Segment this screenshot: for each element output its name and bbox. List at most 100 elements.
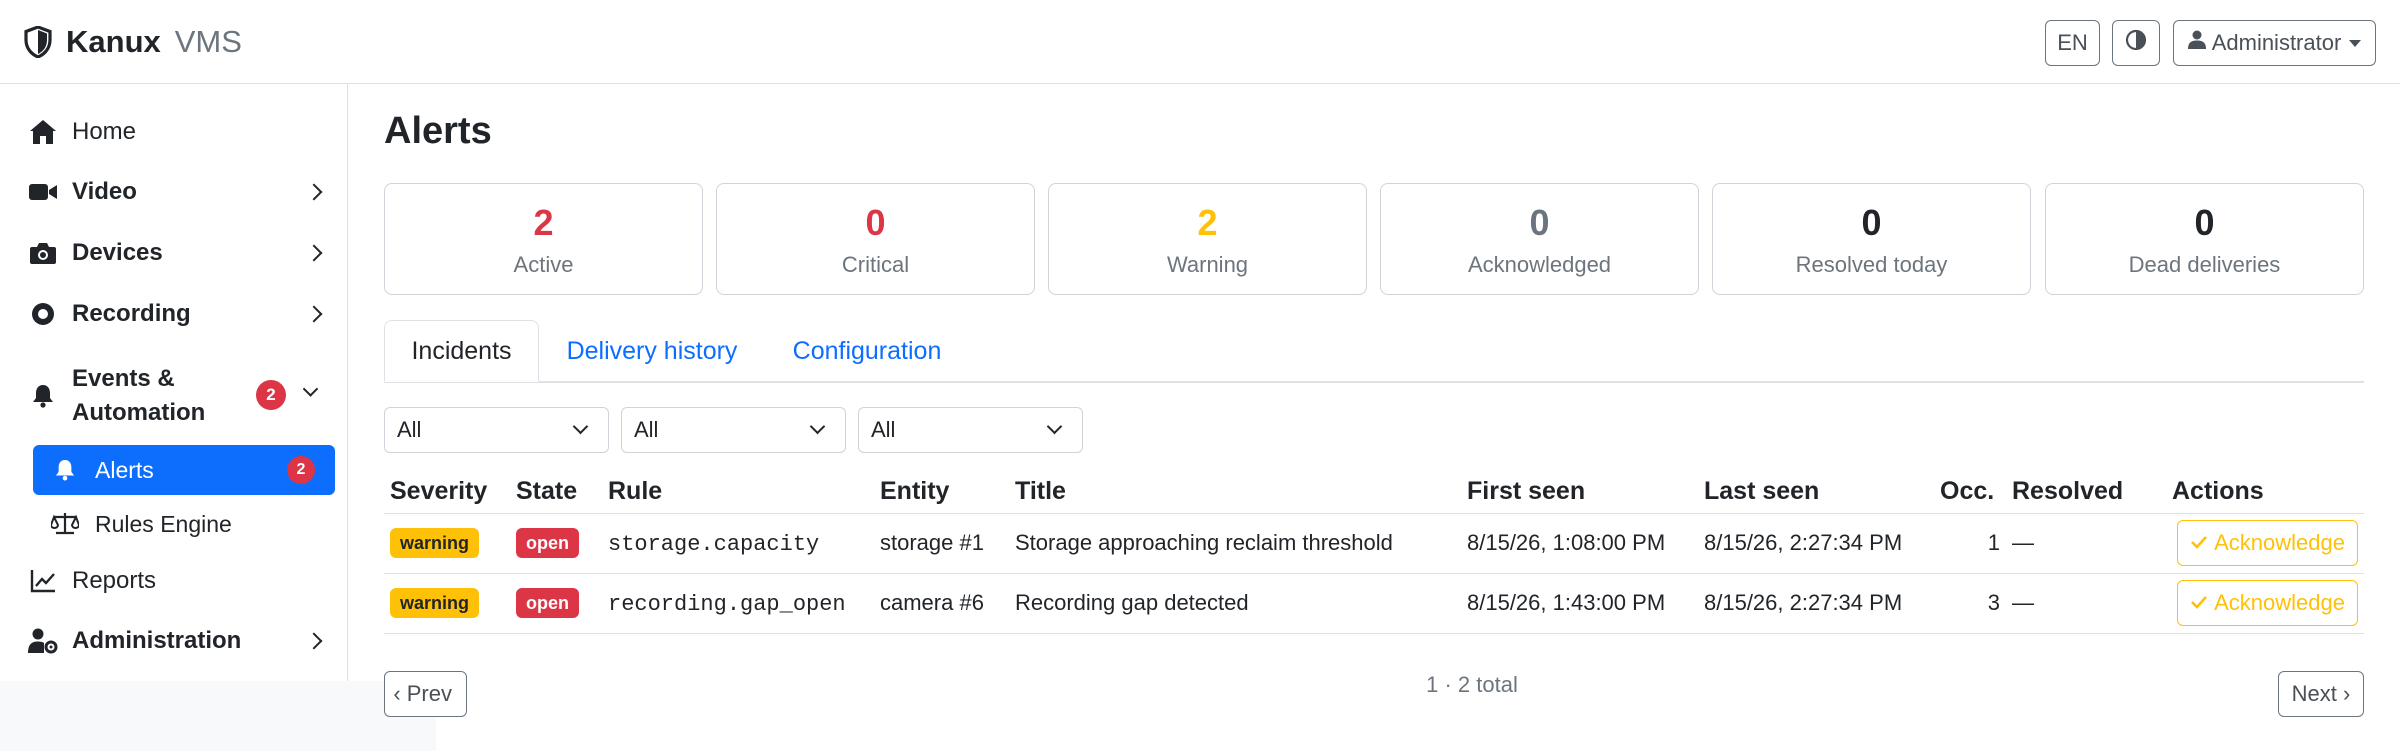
severity-badge: warning xyxy=(390,528,480,558)
acknowledge-button[interactable]: Acknowledge xyxy=(2177,580,2358,626)
sidebar-item-recording[interactable]: Recording xyxy=(28,294,328,334)
stat-label: Resolved today xyxy=(1795,252,1948,277)
caret-down-icon xyxy=(2349,39,2362,47)
chevron-right-icon xyxy=(305,244,323,262)
sidebar-item-video[interactable]: Video xyxy=(28,172,328,212)
top-bar: Kanux VMS EN Administrator xyxy=(0,0,2400,84)
sidebar-item-label: Home xyxy=(72,118,137,145)
tab-configuration[interactable]: Configuration xyxy=(776,320,958,382)
state-badge: open xyxy=(516,528,579,558)
resolved-cell: — xyxy=(2006,573,2166,634)
rule-name: recording.gap_open xyxy=(608,591,846,617)
acknowledge-label: Acknowledge xyxy=(2214,590,2345,615)
column-header-actions: Actions xyxy=(2166,470,2364,514)
stat-label: Warning xyxy=(1166,252,1249,277)
sidebar-item-label: Recording xyxy=(72,300,191,327)
user-gear-icon xyxy=(28,626,58,656)
stat-label: Acknowledged xyxy=(1467,252,1612,277)
select-value: All xyxy=(871,417,896,442)
sidebar-item-label: Devices xyxy=(72,239,163,266)
prev-page-button[interactable]: ‹ Prev xyxy=(384,671,467,717)
column-header-last-seen[interactable]: Last seen xyxy=(1698,470,1934,514)
title-cell: Storage approaching reclaim threshold xyxy=(1009,513,1461,574)
chevron-down-icon xyxy=(572,418,589,435)
stat-card-acknowledged: 0 Acknowledged xyxy=(1380,183,1699,295)
column-header-severity[interactable]: Severity xyxy=(384,470,510,514)
column-header-resolved[interactable]: Resolved xyxy=(2006,470,2166,514)
occurrences-cell: 1 xyxy=(1934,513,2006,574)
chevron-down-icon xyxy=(302,381,319,397)
user-menu-label: Administrator xyxy=(2211,30,2342,55)
sidebar-footer xyxy=(0,681,436,751)
brand[interactable]: Kanux VMS xyxy=(24,20,242,64)
first-seen-cell: 8/15/26, 1:43:00 PM xyxy=(1461,573,1698,634)
sidebar-item-administration[interactable]: Administration xyxy=(28,621,328,661)
language-button[interactable]: EN xyxy=(2045,20,2100,66)
next-page-button[interactable]: Next › xyxy=(2278,671,2364,717)
shield-icon xyxy=(24,25,54,59)
state-filter-select[interactable]: All xyxy=(621,407,846,453)
severity-badge: warning xyxy=(390,588,480,618)
bell-icon xyxy=(51,456,79,484)
sidebar-item-events-automation[interactable]: Events & Automation 2 xyxy=(28,360,328,432)
stat-value: 0 xyxy=(1529,202,1550,243)
table-row[interactable]: warning open recording.gap_open camera #… xyxy=(384,573,2364,634)
sidebar-item-rules-engine[interactable]: Rules Engine xyxy=(33,499,335,549)
rule-name: storage.capacity xyxy=(608,531,820,557)
tab-incidents[interactable]: Incidents xyxy=(384,320,539,382)
stat-card-critical: 0 Critical xyxy=(716,183,1035,295)
sidebar-item-label: Video xyxy=(72,178,137,205)
stat-value: 0 xyxy=(865,202,886,243)
events-count-badge: 2 xyxy=(256,380,286,410)
chevron-right-icon xyxy=(305,632,323,650)
entity-cell: storage #1 xyxy=(874,513,1009,574)
pager-info: 1 · 2 total xyxy=(1426,672,1518,697)
stat-value: 2 xyxy=(1197,202,1218,243)
chart-line-icon xyxy=(28,566,58,596)
column-header-entity[interactable]: Entity xyxy=(874,470,1009,514)
alerts-count-badge: 2 xyxy=(287,456,315,484)
table-row[interactable]: warning open storage.capacity storage #1… xyxy=(384,513,2364,574)
user-menu-button[interactable]: Administrator xyxy=(2173,20,2376,66)
stat-card-dead-deliveries: 0 Dead deliveries xyxy=(2045,183,2364,295)
rule-filter-select[interactable]: All xyxy=(858,407,1083,453)
camera-icon xyxy=(28,238,58,268)
stat-value: 0 xyxy=(1861,202,1882,243)
stat-card-active: 2 Active xyxy=(384,183,703,295)
home-icon xyxy=(28,117,58,147)
contrast-icon xyxy=(2125,29,2147,57)
page-title: Alerts xyxy=(384,110,492,152)
sidebar-item-alerts[interactable]: Alerts 2 xyxy=(33,445,335,495)
check-icon xyxy=(2190,530,2208,556)
brand-product: VMS xyxy=(174,24,242,59)
chevron-right-icon xyxy=(305,305,323,323)
sidebar-item-label: Rules Engine xyxy=(95,510,232,537)
chevron-down-icon xyxy=(1046,418,1063,435)
tab-delivery-history[interactable]: Delivery history xyxy=(552,320,752,382)
stat-label: Active xyxy=(513,252,574,277)
table-header-row: Severity State Rule Entity Title First s… xyxy=(384,470,2364,514)
sidebar-item-devices[interactable]: Devices xyxy=(28,233,328,273)
stat-label: Critical xyxy=(841,252,910,277)
stat-value: 0 xyxy=(2194,202,2215,243)
acknowledge-button[interactable]: Acknowledge xyxy=(2177,520,2358,566)
select-value: All xyxy=(634,417,659,442)
bell-icon xyxy=(28,381,58,411)
column-header-first-seen[interactable]: First seen xyxy=(1461,470,1698,514)
record-icon xyxy=(28,299,58,329)
brand-name: Kanux xyxy=(66,24,161,59)
check-icon xyxy=(2190,590,2208,616)
column-header-rule[interactable]: Rule xyxy=(602,470,874,514)
column-header-state[interactable]: State xyxy=(510,470,602,514)
video-camera-icon xyxy=(28,177,58,207)
sidebar-item-reports[interactable]: Reports xyxy=(28,561,328,601)
column-header-occurrences[interactable]: Occ. xyxy=(1934,470,2006,514)
sidebar-item-home[interactable]: Home xyxy=(28,112,328,152)
theme-toggle-button[interactable] xyxy=(2112,20,2160,66)
entity-cell: camera #6 xyxy=(874,573,1009,634)
sidebar-item-label: Reports xyxy=(72,567,157,594)
severity-filter-select[interactable]: All xyxy=(384,407,609,453)
select-value: All xyxy=(397,417,422,442)
acknowledge-label: Acknowledge xyxy=(2214,530,2345,555)
column-header-title[interactable]: Title xyxy=(1009,470,1461,514)
